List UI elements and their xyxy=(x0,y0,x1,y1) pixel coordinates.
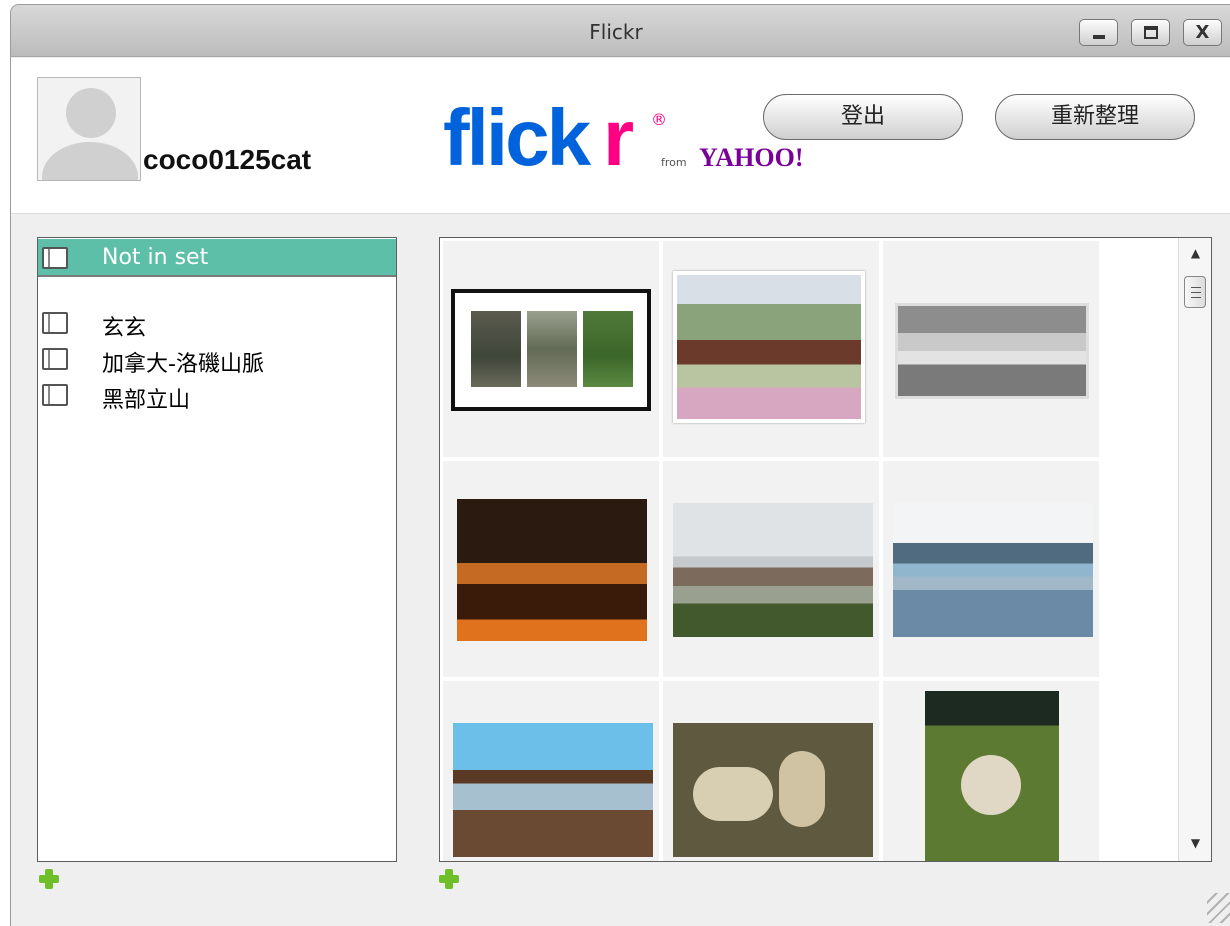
logo-r-text: r xyxy=(603,93,635,182)
close-icon: X xyxy=(1195,22,1210,43)
photo-grid-panel: ▲ ▼ xyxy=(439,237,1212,862)
photo-thumbnail[interactable] xyxy=(443,241,659,457)
set-item-label: 黑部立山 xyxy=(102,388,191,413)
photo-thumbnail[interactable] xyxy=(663,461,879,677)
yahoo-logo-text: YAHOO! xyxy=(699,143,804,172)
logo-registered-mark: ® xyxy=(651,110,667,129)
photo-thumbnail[interactable] xyxy=(883,241,1099,457)
set-item-not-in-set[interactable]: Not in set xyxy=(38,239,396,277)
set-item-3[interactable]: 黑部立山 xyxy=(38,376,396,414)
add-set-plus-icon[interactable] xyxy=(39,869,59,889)
scroll-thumb[interactable] xyxy=(1184,276,1206,308)
photo-thumbnail[interactable] xyxy=(663,241,879,457)
logout-button[interactable]: 登出 xyxy=(763,94,963,140)
close-button[interactable]: X xyxy=(1183,19,1222,46)
logo-from-text: from xyxy=(661,156,687,169)
title-bar[interactable]: Flickr X xyxy=(11,5,1230,57)
album-icon xyxy=(42,247,68,269)
logo-flick-text: flick xyxy=(443,93,591,182)
photo-thumbnail[interactable] xyxy=(663,681,879,861)
scroll-up-arrow-icon[interactable]: ▲ xyxy=(1179,240,1211,266)
maximize-button[interactable] xyxy=(1131,19,1170,46)
album-icon xyxy=(42,312,68,334)
account-header: coco0125cat flick r ® from YAHOO! 登出 重新整… xyxy=(11,58,1230,214)
set-item-label: 加拿大-洛磯山脈 xyxy=(102,352,264,377)
photoset-list: Not in set 玄玄 加拿大-洛磯山脈 黑部立山 xyxy=(37,237,397,862)
add-photo-plus-icon[interactable] xyxy=(439,869,459,889)
resize-grip-icon[interactable] xyxy=(1207,893,1230,923)
album-icon xyxy=(42,348,68,370)
set-item-label: Not in set xyxy=(102,245,209,270)
photo-thumbnail[interactable] xyxy=(443,461,659,677)
username: coco0125cat xyxy=(143,144,312,175)
minimize-button[interactable] xyxy=(1079,19,1118,46)
set-item-label: 玄玄 xyxy=(102,316,147,341)
set-item-2[interactable]: 加拿大-洛磯山脈 xyxy=(38,340,396,378)
flickr-window: Flickr X coco0125cat flick r ® from YAHO… xyxy=(10,4,1230,926)
scroll-down-arrow-icon[interactable]: ▼ xyxy=(1179,830,1211,856)
user-avatar-icon xyxy=(37,77,141,181)
window-title: Flickr xyxy=(589,20,643,44)
photo-thumbnail[interactable] xyxy=(443,681,659,861)
photo-thumbnail[interactable] xyxy=(883,681,1099,861)
photo-thumbnail[interactable] xyxy=(883,461,1099,677)
maximize-icon xyxy=(1144,26,1158,39)
minimize-icon xyxy=(1093,35,1105,39)
refresh-button[interactable]: 重新整理 xyxy=(995,94,1195,140)
photo-grid-scrollbar[interactable]: ▲ ▼ xyxy=(1178,238,1211,861)
album-icon xyxy=(42,384,68,406)
set-item-1[interactable]: 玄玄 xyxy=(38,304,396,342)
